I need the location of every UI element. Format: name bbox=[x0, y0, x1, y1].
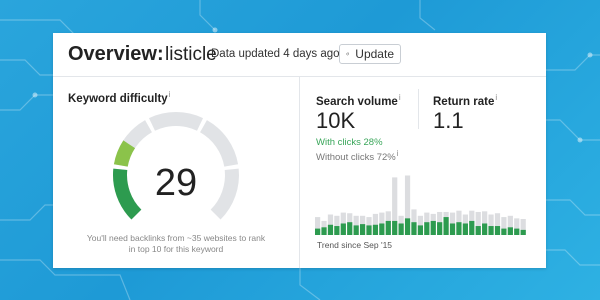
gauge-track-segment bbox=[148, 112, 204, 131]
search-volume-label: Search volumei bbox=[316, 93, 401, 108]
trend-bar-with-clicks bbox=[456, 222, 462, 235]
trend-bar-with-clicks bbox=[475, 226, 481, 235]
trend-bar-with-clicks bbox=[321, 227, 327, 235]
trend-bar-with-clicks bbox=[449, 223, 456, 235]
trend-bar-with-clicks bbox=[520, 229, 526, 235]
metric-divider bbox=[418, 89, 419, 129]
info-icon[interactable]: i bbox=[495, 93, 497, 102]
trend-bar-with-clicks bbox=[359, 224, 366, 235]
trend-bar-with-clicks bbox=[398, 223, 404, 235]
trend-bar-with-clicks bbox=[392, 220, 398, 235]
trend-bar-with-clicks bbox=[385, 220, 391, 235]
trend-bar-with-clicks bbox=[494, 226, 501, 235]
trend-bar-with-clicks bbox=[379, 223, 385, 235]
gauge-track-segment bbox=[210, 168, 239, 220]
trend-bar-with-clicks bbox=[488, 226, 494, 235]
trend-bar-with-clicks bbox=[417, 225, 424, 235]
trend-bar-with-clicks bbox=[430, 220, 436, 235]
keyword-difficulty-note: You'll need backlinks from ~35 websites … bbox=[86, 233, 266, 254]
trend-bar-with-clicks bbox=[482, 223, 488, 235]
trend-bar-with-clicks bbox=[411, 222, 417, 235]
return-rate-value: 1.1 bbox=[433, 108, 464, 133]
trend-bar-with-clicks bbox=[327, 224, 334, 235]
trend-bar-with-clicks bbox=[340, 223, 346, 235]
overview-title: Overview: bbox=[68, 43, 164, 65]
trend-label: Trend since Sep '15 bbox=[317, 240, 393, 250]
search-volume-label-text: Search volume bbox=[316, 95, 398, 108]
overview-card: Overview: listicle Data updated 4 days a… bbox=[53, 33, 546, 268]
with-clicks-text: With clicks 28% bbox=[316, 137, 383, 148]
trend-bar-with-clicks bbox=[437, 222, 443, 235]
info-icon[interactable]: i bbox=[399, 93, 401, 102]
update-button-label: Update bbox=[355, 47, 394, 61]
trend-bar-with-clicks bbox=[372, 224, 379, 235]
trend-bar-with-clicks bbox=[353, 225, 359, 235]
keyword-difficulty-value: 29 bbox=[154, 162, 198, 204]
return-rate-label-text: Return rate bbox=[433, 95, 495, 108]
trend-bar-with-clicks bbox=[366, 225, 372, 235]
gauge-fill-segment bbox=[113, 168, 142, 220]
trend-bar-with-clicks bbox=[514, 228, 520, 235]
return-rate-label: Return ratei bbox=[433, 93, 497, 108]
search-volume-trend-chart bbox=[315, 175, 526, 235]
trend-bar-with-clicks bbox=[315, 228, 321, 235]
data-updated-text: Data updated 4 days ago bbox=[211, 48, 340, 60]
refresh-icon bbox=[346, 52, 349, 56]
gauge-fill-segment bbox=[113, 140, 136, 167]
trend-bar-with-clicks bbox=[424, 222, 430, 235]
trend-bar-with-clicks bbox=[334, 226, 340, 235]
trend-bar-with-clicks bbox=[507, 227, 513, 235]
search-volume-value: 10K bbox=[316, 108, 356, 133]
without-clicks-text: Without clicks 72%i bbox=[316, 149, 399, 163]
trend-bar-with-clicks bbox=[469, 220, 475, 235]
without-clicks-label: Without clicks 72% bbox=[316, 152, 396, 164]
keyword-difficulty-panel: Keyword difficultyi 29 You'll need backl… bbox=[53, 77, 300, 268]
overview-header: Overview: listicle Data updated 4 days a… bbox=[53, 33, 546, 77]
trend-bar-with-clicks bbox=[347, 222, 353, 235]
trend-bar-with-clicks bbox=[462, 223, 468, 235]
trend-bar-with-clicks bbox=[501, 228, 507, 235]
keyword-name: listicle bbox=[165, 44, 217, 65]
trend-bar-with-clicks bbox=[443, 217, 449, 235]
update-button[interactable]: Update bbox=[339, 44, 401, 64]
info-icon[interactable]: i bbox=[397, 149, 399, 158]
trend-bar-with-clicks bbox=[404, 218, 411, 235]
gauge-track-segment bbox=[199, 120, 239, 167]
